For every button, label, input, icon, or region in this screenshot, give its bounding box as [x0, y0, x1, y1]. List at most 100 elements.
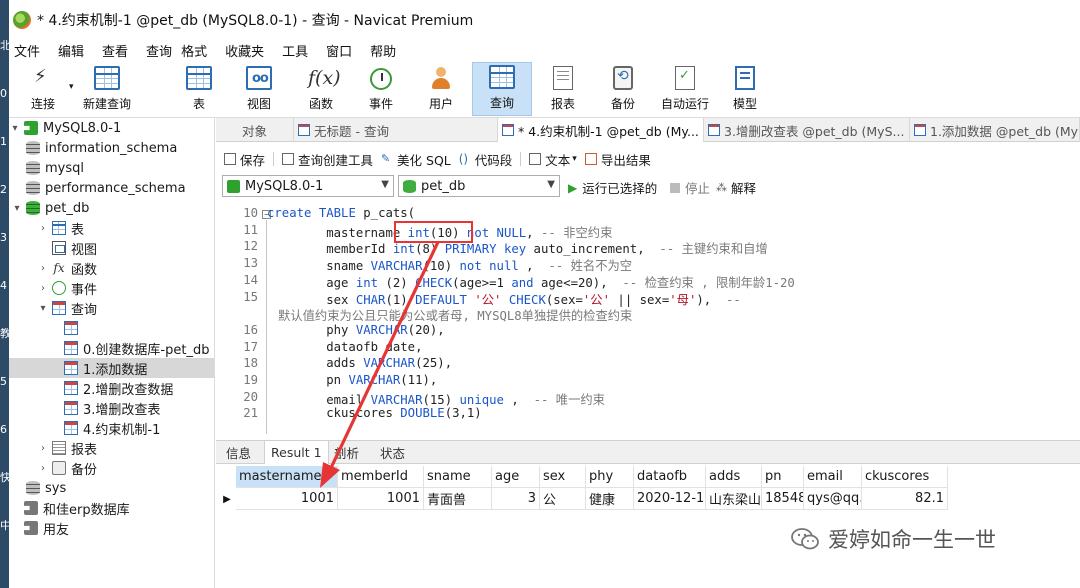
column-header-adds[interactable]: adds	[706, 466, 762, 488]
result-cell[interactable]: 1001	[236, 488, 338, 510]
menu-format[interactable]: 格式	[176, 41, 220, 60]
tab-add-data-query[interactable]: 1.添加数据 @pet_db (MySQ	[910, 118, 1080, 142]
tree-db-performance-schema[interactable]: performance_schema	[23, 178, 186, 198]
navicat-window: * 4.约束机制-1 @pet_db (MySQL8.0-1) - 查询 - N…	[9, 0, 1080, 588]
expand-caret-icon[interactable]: ›	[37, 263, 49, 274]
report-button[interactable]: 报表	[541, 62, 585, 116]
tree-tables[interactable]: › 表	[37, 218, 84, 238]
table-button[interactable]: 表	[177, 62, 221, 116]
tab-message[interactable]: 信息	[220, 441, 257, 464]
query-button[interactable]: 查询	[472, 62, 532, 116]
tree-query-add-data[interactable]: 1.添加数据	[9, 358, 214, 378]
event-button[interactable]: 事件	[359, 62, 403, 116]
code-snippet-button[interactable]: () 代码段	[458, 150, 522, 169]
result-cell[interactable]: 18548	[762, 488, 804, 510]
connection-select[interactable]: MySQL8.0-1 ▼	[222, 175, 394, 197]
connect-dropdown-icon[interactable]: ▾	[69, 82, 74, 92]
query-builder-button[interactable]: 查询创建工具	[282, 150, 373, 169]
column-header-phy[interactable]: phy	[586, 466, 634, 488]
tab-constraints-query[interactable]: * 4.约束机制-1 @pet_db (My...	[498, 118, 704, 142]
column-header-sname[interactable]: sname	[424, 466, 492, 488]
model-button[interactable]: 模型	[723, 62, 767, 116]
tab-untitled-query[interactable]: 无标题 - 查询	[294, 118, 498, 142]
tree-db-information-schema[interactable]: information_schema	[23, 138, 177, 158]
user-button[interactable]: 用户	[419, 62, 463, 116]
expand-caret-icon[interactable]: ▾	[37, 303, 49, 314]
connect-button[interactable]: 连接	[21, 62, 65, 116]
tree-backups[interactable]: › 备份	[37, 458, 97, 478]
tab-objects[interactable]: 对象	[216, 118, 294, 142]
column-header-pn[interactable]: pn	[762, 466, 804, 488]
column-header-dataofb[interactable]: dataofb	[634, 466, 706, 488]
tree-db-sys[interactable]: sys	[23, 478, 66, 498]
result-cell[interactable]: 82.1	[862, 488, 948, 510]
menu-file[interactable]: 文件	[9, 41, 53, 60]
tree-events[interactable]: › 事件	[37, 278, 97, 298]
tree-functions[interactable]: › fx 函数	[37, 258, 97, 278]
tab-crud-table-query[interactable]: 3.增删改查表 @pet_db (MyS...	[704, 118, 910, 142]
tab-status[interactable]: 状态	[374, 441, 411, 464]
tree-db-pet-db[interactable]: ▾ pet_db	[14, 198, 89, 218]
expand-caret-icon[interactable]: ▾	[11, 203, 23, 214]
column-header-mastername[interactable]: mastername	[236, 466, 338, 488]
tab-profile[interactable]: 剖析	[328, 441, 365, 464]
result-cell[interactable]: 3	[492, 488, 540, 510]
result-cell[interactable]: 2020-12-12	[634, 488, 706, 510]
text-mode-button[interactable]: 文本 ▾	[529, 150, 577, 169]
column-header-sex[interactable]: sex	[540, 466, 586, 488]
view-button[interactable]: 视图	[237, 62, 281, 116]
expand-caret-icon[interactable]: ›	[37, 223, 49, 234]
chevron-down-icon[interactable]: ▾	[572, 154, 577, 164]
expand-caret-icon[interactable]: ›	[37, 443, 49, 454]
result-cell[interactable]: qys@qq.c	[804, 488, 862, 510]
result-cell[interactable]: 1001	[338, 488, 424, 510]
database-select[interactable]: pet_db ▼	[398, 175, 560, 197]
menu-help[interactable]: 帮助	[365, 41, 409, 60]
code-line: pn VARCHAR(11),	[267, 373, 438, 387]
run-selected-button[interactable]: ▶ 运行已选择的	[568, 178, 657, 197]
tree-connection-hejia-erp[interactable]: 和佳erp数据库	[9, 498, 130, 518]
code-line: memberId int(8) PRIMARY key auto_increme…	[267, 242, 768, 257]
menu-edit[interactable]: 编辑	[53, 41, 97, 60]
tree-reports[interactable]: › 报表	[37, 438, 97, 458]
function-button[interactable]: f(x) 函数	[299, 62, 343, 116]
tab-result-1[interactable]: Result 1	[264, 441, 329, 464]
tree-queries[interactable]: ▾ 查询	[37, 298, 97, 318]
explain-button[interactable]: ⁂ 解释	[716, 178, 756, 197]
tree-query-crud-data[interactable]: 2.增删改查数据	[61, 378, 173, 398]
column-header-email[interactable]: email	[804, 466, 862, 488]
tree-query-constraints[interactable]: 4.约束机制-1	[61, 418, 160, 438]
tree-connection-mysql8[interactable]: ▾ MySQL8.0-1	[9, 118, 121, 138]
menu-tools[interactable]: 工具	[277, 41, 321, 60]
save-button[interactable]: 保存	[224, 150, 275, 169]
tree-views[interactable]: 视图	[49, 238, 97, 258]
menu-favorites[interactable]: 收藏夹	[220, 41, 277, 60]
new-query-button[interactable]: 新建查询	[79, 62, 135, 116]
menu-window[interactable]: 窗口	[321, 41, 365, 60]
export-results-button[interactable]: 导出结果	[584, 150, 651, 169]
tree-query-create-db[interactable]: 0.创建数据库-pet_db	[61, 338, 209, 358]
column-header-memberid[interactable]: memberId	[338, 466, 424, 488]
menu-view[interactable]: 查看	[97, 41, 141, 60]
function-label: 函数	[308, 97, 333, 111]
result-cell[interactable]: 健康	[586, 488, 634, 510]
result-cell[interactable]: 青面兽	[424, 488, 492, 510]
expand-caret-icon[interactable]: ›	[37, 463, 49, 474]
result-cell[interactable]: 公	[540, 488, 586, 510]
result-cell[interactable]: 山东梁山	[706, 488, 762, 510]
tree-query-crud-table[interactable]: 3.增删改查表	[61, 398, 160, 418]
expand-caret-icon[interactable]: ▾	[9, 123, 21, 134]
backup-button[interactable]: 备份	[601, 62, 645, 116]
tree-connection-yonyou[interactable]: 用友	[9, 518, 69, 538]
sql-editor[interactable]: − 10 create TABLE p_cats(11 mastername in…	[216, 204, 1080, 436]
menu-query[interactable]: 查询	[141, 41, 176, 60]
column-header-age[interactable]: age	[492, 466, 540, 488]
expand-caret-icon[interactable]: ›	[37, 283, 49, 294]
automation-button[interactable]: 自动运行	[657, 62, 713, 116]
column-header-ckuscores[interactable]: ckuscores	[862, 466, 948, 488]
beautify-sql-button[interactable]: ✎ 美化 SQL	[381, 150, 451, 169]
stop-button[interactable]: 停止	[670, 178, 710, 197]
tree-db-mysql[interactable]: mysql	[23, 158, 84, 178]
tree-query-untitled[interactable]	[61, 318, 83, 338]
event-label: 事件	[368, 97, 393, 111]
